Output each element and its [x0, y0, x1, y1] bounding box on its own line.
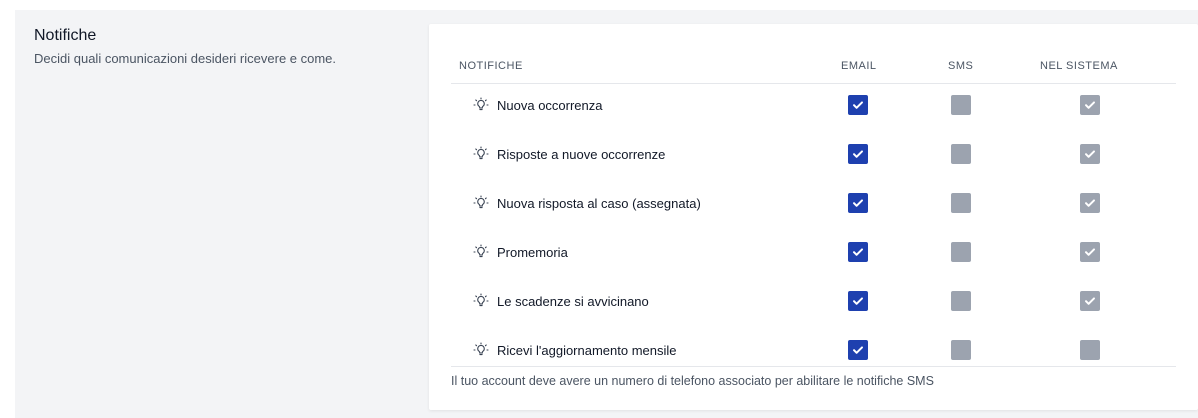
sms-checkbox — [951, 144, 971, 164]
notification-label: Nuova occorrenza — [497, 98, 603, 113]
section-description: Decidi quali comunicazioni desideri rice… — [34, 51, 337, 66]
email-checkbox[interactable] — [848, 144, 868, 164]
email-checkbox[interactable] — [848, 193, 868, 213]
sms-checkbox — [951, 340, 971, 360]
email-checkbox[interactable] — [848, 95, 868, 115]
notification-row: Promemoria — [451, 228, 1176, 277]
notification-row: Nuova occorrenza — [451, 81, 1176, 130]
header-sms: SMS — [948, 60, 974, 72]
system-checkbox — [1080, 340, 1100, 360]
lightbulb-icon — [473, 97, 489, 113]
header-notifiche: NOTIFICHE — [459, 60, 523, 72]
sms-checkbox — [951, 95, 971, 115]
system-checkbox — [1080, 95, 1100, 115]
email-checkbox[interactable] — [848, 242, 868, 262]
header-email: EMAIL — [841, 60, 877, 72]
sms-checkbox — [951, 193, 971, 213]
notification-row: Risposte a nuove occorrenze — [451, 130, 1176, 179]
section-title: Notifiche — [34, 27, 97, 44]
email-checkbox[interactable] — [848, 340, 868, 360]
sms-checkbox — [951, 291, 971, 311]
lightbulb-icon — [473, 195, 489, 211]
lightbulb-icon — [473, 342, 489, 358]
lightbulb-icon — [473, 244, 489, 260]
notification-row: Nuova risposta al caso (assegnata) — [451, 179, 1176, 228]
notification-label: Le scadenze si avvicinano — [497, 294, 649, 309]
header-nel-sistema: NEL SISTEMA — [1040, 60, 1118, 72]
system-checkbox — [1080, 242, 1100, 262]
system-checkbox — [1080, 193, 1100, 213]
notification-label: Nuova risposta al caso (assegnata) — [497, 196, 701, 211]
system-checkbox — [1080, 291, 1100, 311]
notification-label: Risposte a nuove occorrenze — [497, 147, 666, 162]
sms-footer-note: Il tuo account deve avere un numero di t… — [451, 366, 1176, 388]
notification-label: Ricevi l'aggiornamento mensile — [497, 343, 677, 358]
lightbulb-icon — [473, 293, 489, 309]
notification-row: Le scadenze si avvicinano — [451, 277, 1176, 326]
email-checkbox[interactable] — [848, 291, 868, 311]
sms-checkbox — [951, 242, 971, 262]
system-checkbox — [1080, 144, 1100, 164]
lightbulb-icon — [473, 146, 489, 162]
table-header: NOTIFICHE EMAIL SMS NEL SISTEMA — [451, 47, 1176, 84]
notification-label: Promemoria — [497, 245, 568, 260]
